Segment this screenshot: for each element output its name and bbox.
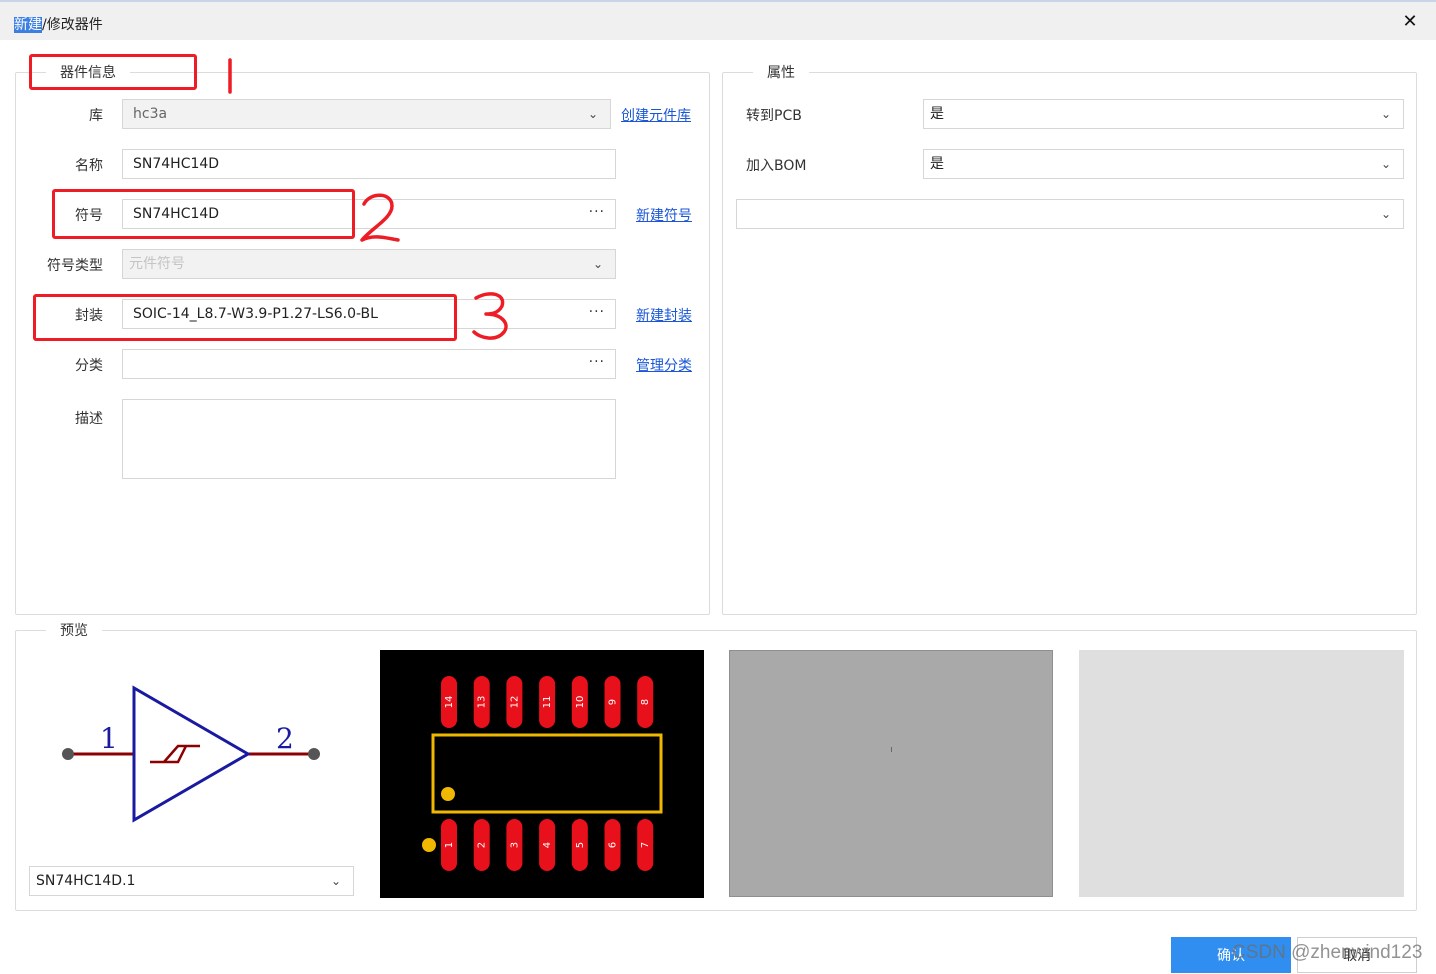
- description-label: 描述: [75, 411, 103, 427]
- add-bom-label: 加入BOM: [746, 158, 807, 174]
- ellipsis-icon[interactable]: ···: [589, 300, 605, 326]
- bottom-pad-label: 5: [575, 842, 586, 848]
- close-button[interactable]: ✕: [1400, 11, 1420, 33]
- add-bom-select[interactable]: 是 ⌄: [923, 149, 1404, 179]
- library-select[interactable]: hc3a ⌄: [122, 99, 611, 129]
- buffer-triangle: [132, 685, 251, 823]
- attributes-group: 属性: [722, 62, 1417, 615]
- top-pad-label: 8: [640, 699, 651, 705]
- 3d-center-mark: [891, 747, 892, 752]
- close-icon: ✕: [1402, 11, 1418, 32]
- chevron-down-icon: ⌄: [1380, 157, 1391, 171]
- dialog-titlebar: 新建/修改器件 ✕: [0, 0, 1436, 40]
- category-label: 分类: [75, 358, 103, 374]
- name-input[interactable]: SN74HC14D: [122, 149, 616, 179]
- symbol-pin-number-1: 1: [100, 722, 118, 755]
- symbol-part-value: SN74HC14D.1: [36, 873, 136, 889]
- chevron-down-icon: ⌄: [330, 874, 341, 888]
- category-input[interactable]: ···: [122, 349, 616, 379]
- bottom-pad-label: 7: [640, 842, 651, 848]
- new-symbol-link[interactable]: 新建符号: [636, 205, 692, 225]
- manage-category-link[interactable]: 管理分类: [636, 355, 692, 375]
- schmitt-trigger-icon: [150, 744, 200, 764]
- preview-legend: 预览: [60, 623, 88, 639]
- to-pcb-value: 是: [930, 106, 944, 122]
- bottom-pad-label: 2: [477, 842, 488, 848]
- top-pad-label: 14: [444, 696, 455, 709]
- annotation-number-2: 2: [360, 193, 400, 242]
- chevron-down-icon: ⌄: [1380, 207, 1391, 221]
- bottom-pad-label: 1: [444, 842, 455, 848]
- top-pad-label: 11: [542, 696, 553, 709]
- symbol-type-placeholder: 元件符号: [129, 256, 185, 272]
- create-library-link[interactable]: 创建元件库: [621, 105, 691, 125]
- dialog-title: 新建/修改器件: [14, 14, 103, 34]
- top-pad-label: 12: [509, 696, 520, 709]
- name-value: SN74HC14D: [133, 156, 220, 172]
- top-pad-label: 13: [477, 696, 488, 709]
- attributes-legend: 属性: [767, 65, 795, 81]
- annotation-box-1: [29, 54, 197, 90]
- ellipsis-icon[interactable]: ···: [589, 200, 605, 226]
- library-value: hc3a: [133, 106, 168, 122]
- pin1-marker-outside: [422, 838, 436, 852]
- chevron-down-icon: ⌄: [1380, 107, 1391, 121]
- ellipsis-icon[interactable]: ···: [589, 350, 605, 376]
- chevron-down-icon: ⌄: [587, 107, 598, 121]
- to-pcb-label: 转到PCB: [746, 108, 802, 124]
- annotation-box-2: [52, 189, 355, 239]
- symbol-type-select[interactable]: 元件符号 ⌄: [122, 249, 616, 279]
- dialog-title-rest: /修改器件: [42, 17, 103, 33]
- dialog-title-highlight: 新建: [14, 17, 42, 33]
- top-pad-label: 10: [575, 696, 586, 709]
- bottom-pad-label: 6: [608, 842, 619, 848]
- annotation-number-1: 1: [228, 58, 232, 94]
- pin1-marker-inside: [441, 787, 455, 801]
- chevron-down-icon: ⌄: [592, 257, 603, 271]
- symbol-pin-dot-2: [308, 748, 320, 760]
- blank-preview: [1079, 650, 1404, 897]
- watermark: CSDN @zhenwind123: [1232, 942, 1423, 963]
- annotation-number-3: 3: [472, 292, 508, 340]
- symbol-pin-number-2: 2: [276, 722, 294, 755]
- add-bom-value: 是: [930, 156, 944, 172]
- description-textarea[interactable]: [122, 399, 616, 479]
- footprint-3d-preview: [729, 650, 1053, 897]
- schematic-symbol-preview: 1 2: [62, 685, 320, 823]
- library-label: 库: [89, 108, 103, 124]
- bottom-pad-label: 4: [542, 842, 553, 848]
- top-pad-label: 9: [608, 699, 619, 705]
- name-label: 名称: [75, 158, 103, 174]
- annotation-box-3: [33, 294, 457, 341]
- attribute-extra-select[interactable]: ⌄: [736, 199, 1404, 229]
- to-pcb-select[interactable]: 是 ⌄: [923, 99, 1404, 129]
- bottom-pad-label: 3: [509, 842, 520, 848]
- symbol-type-label: 符号类型: [47, 258, 103, 274]
- symbol-part-select[interactable]: SN74HC14D.1 ⌄: [29, 866, 354, 896]
- footprint-preview: 14 13 12 11 10 9 8 1234567: [380, 650, 704, 898]
- new-footprint-link[interactable]: 新建封装: [636, 305, 692, 325]
- symbol-pin-dot-1: [62, 748, 74, 760]
